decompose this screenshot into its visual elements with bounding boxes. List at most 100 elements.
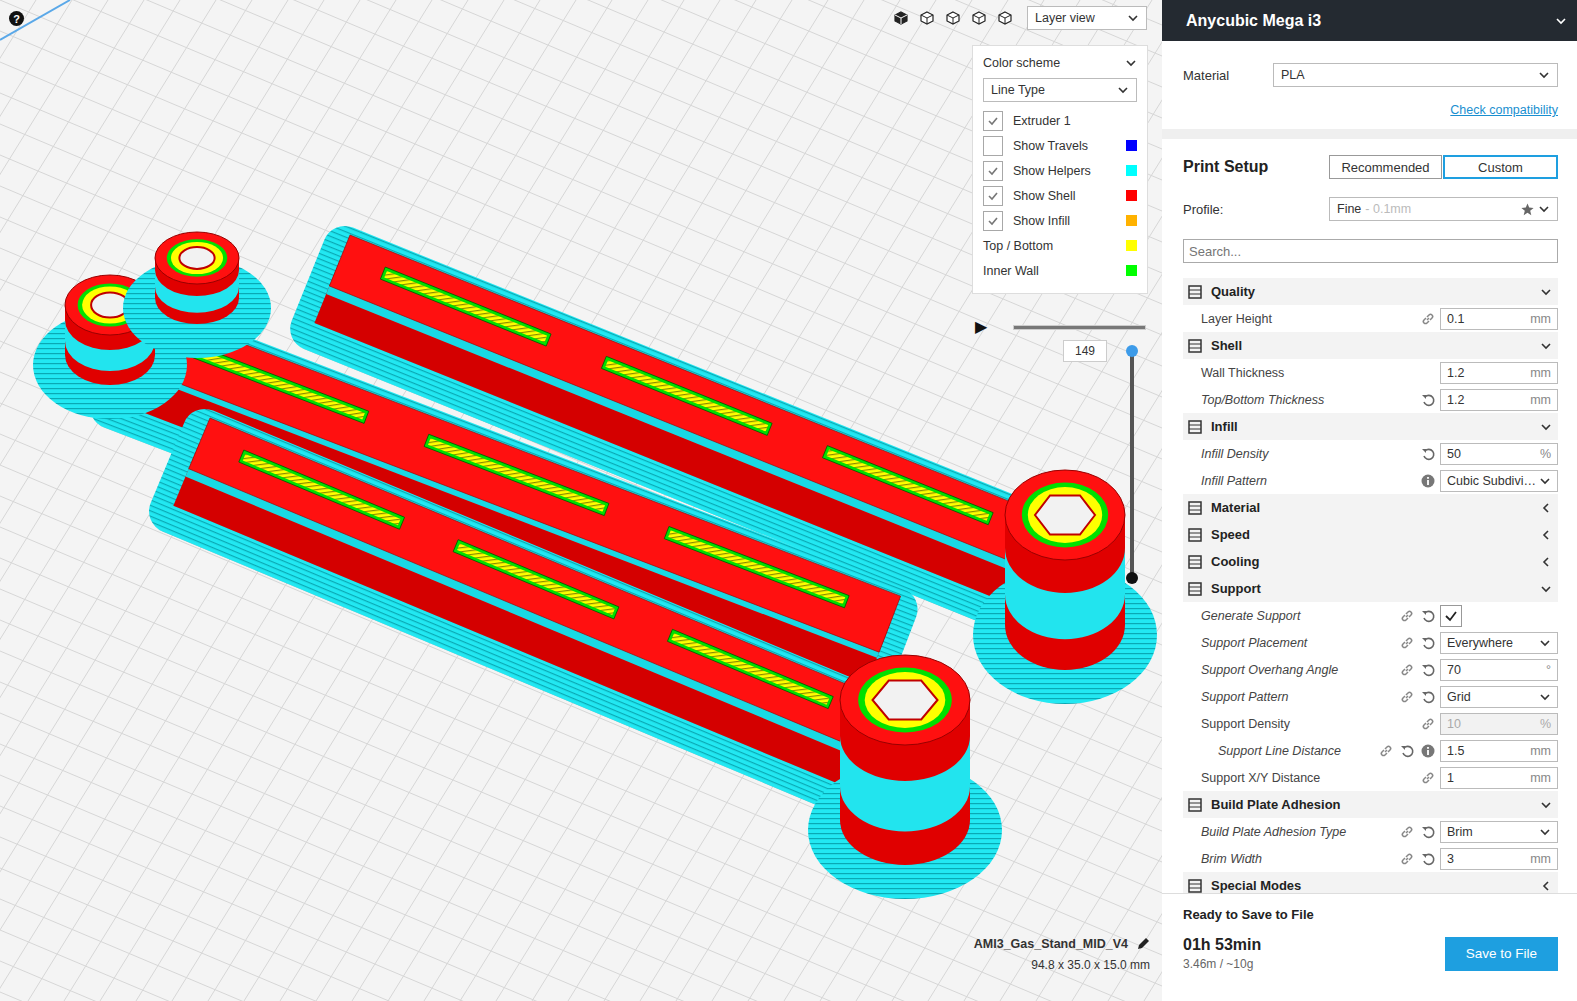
reset-icon[interactable]	[1419, 607, 1437, 625]
color-scheme-header[interactable]: Color scheme	[983, 54, 1137, 72]
setting-input[interactable]: 0.1mm	[1440, 308, 1558, 330]
chevron-down-icon[interactable]	[1538, 203, 1550, 215]
link-icon[interactable]	[1379, 744, 1393, 758]
cube-icon[interactable]	[894, 11, 908, 25]
section-header[interactable]: Material	[1183, 494, 1558, 521]
link-icon[interactable]	[1398, 661, 1416, 679]
reset-icon[interactable]	[1421, 447, 1435, 461]
cube-icon[interactable]	[998, 11, 1012, 25]
legend-row[interactable]: Show Infill	[983, 208, 1137, 233]
material-dropdown[interactable]: PLA	[1273, 63, 1558, 87]
chevron-left-icon[interactable]	[1540, 529, 1552, 541]
cube-icon[interactable]	[920, 11, 934, 25]
chevron-down-icon[interactable]	[1540, 286, 1552, 298]
compatibility-link[interactable]: Check compatibility	[1183, 103, 1558, 117]
link-icon[interactable]	[1400, 690, 1414, 704]
setup-tab[interactable]: Custom	[1443, 155, 1558, 179]
link-icon[interactable]	[1377, 742, 1395, 760]
legend-checkbox[interactable]	[983, 186, 1003, 206]
chevron-down-icon[interactable]	[1538, 69, 1550, 81]
profile-dropdown[interactable]: Fine- 0.1mm	[1329, 197, 1558, 221]
reset-icon[interactable]	[1421, 690, 1435, 704]
legend-checkbox[interactable]	[983, 136, 1003, 156]
chevron-down-icon[interactable]	[1540, 340, 1552, 352]
legend-row[interactable]: Show Shell	[983, 183, 1137, 208]
view-button[interactable]	[945, 10, 961, 26]
link-icon[interactable]	[1400, 852, 1414, 866]
link-icon[interactable]	[1398, 607, 1416, 625]
chevron-down-icon[interactable]	[1540, 421, 1552, 433]
section-header[interactable]: Build Plate Adhesion	[1183, 791, 1558, 818]
info-icon[interactable]	[1419, 742, 1437, 760]
view-button[interactable]	[919, 10, 935, 26]
setting-checkbox[interactable]	[1440, 605, 1462, 627]
section-header[interactable]: Support	[1183, 575, 1558, 602]
setting-dropdown[interactable]: Brim	[1440, 821, 1558, 843]
info-icon[interactable]	[1419, 472, 1437, 490]
legend-checkbox[interactable]	[983, 211, 1003, 231]
legend-row[interactable]: Show Travels	[983, 133, 1137, 158]
section-header[interactable]: Special Modes	[1183, 872, 1558, 893]
check-icon[interactable]	[987, 115, 999, 127]
legend-checkbox[interactable]	[983, 111, 1003, 131]
setting-dropdown[interactable]: Grid	[1440, 686, 1558, 708]
link-icon[interactable]	[1400, 663, 1414, 677]
section-header[interactable]: Shell	[1183, 332, 1558, 359]
reset-icon[interactable]	[1419, 850, 1437, 868]
link-icon[interactable]	[1400, 825, 1414, 839]
setting-input[interactable]: 1.5mm	[1440, 740, 1558, 762]
chevron-left-icon[interactable]	[1540, 880, 1552, 892]
reset-icon[interactable]	[1419, 391, 1437, 409]
view-mode-dropdown[interactable]: Layer view	[1027, 6, 1147, 30]
view-button[interactable]	[997, 10, 1013, 26]
legend-row[interactable]: Show Helpers	[983, 158, 1137, 183]
setting-dropdown[interactable]: Everywhere	[1440, 632, 1558, 654]
reset-icon[interactable]	[1419, 823, 1437, 841]
check-icon[interactable]	[987, 190, 999, 202]
view-button[interactable]	[893, 10, 909, 26]
chevron-down-icon[interactable]	[1540, 799, 1552, 811]
legend-checkbox[interactable]	[983, 161, 1003, 181]
section-header[interactable]: Quality	[1183, 278, 1558, 305]
link-icon[interactable]	[1400, 609, 1414, 623]
setting-input[interactable]: 1.2mm	[1440, 362, 1558, 384]
setting-input[interactable]: 3mm	[1440, 848, 1558, 870]
chevron-down-icon[interactable]	[1125, 57, 1137, 69]
printer-header[interactable]: Anycubic Mega i3	[1162, 0, 1577, 41]
link-icon[interactable]	[1421, 771, 1435, 785]
reset-icon[interactable]	[1421, 636, 1435, 650]
chevron-down-icon[interactable]	[1127, 12, 1139, 24]
chevron-down-icon[interactable]	[1539, 691, 1551, 703]
link-icon[interactable]	[1419, 769, 1437, 787]
search-field[interactable]	[1183, 239, 1558, 263]
layer-number[interactable]: 149	[1063, 340, 1107, 362]
simulation-slider[interactable]	[1013, 325, 1146, 330]
link-icon[interactable]	[1421, 717, 1435, 731]
info-icon[interactable]	[1421, 744, 1435, 758]
reset-icon[interactable]	[1419, 445, 1437, 463]
link-icon[interactable]	[1400, 636, 1414, 650]
color-scheme-dropdown[interactable]: Line Type	[983, 78, 1137, 102]
layer-bottom-handle[interactable]	[1126, 572, 1138, 584]
layer-slider[interactable]	[1130, 351, 1134, 578]
section-header[interactable]: Cooling	[1183, 548, 1558, 575]
legend-row[interactable]: Extruder 1	[983, 108, 1137, 133]
link-icon[interactable]	[1419, 310, 1437, 328]
link-icon[interactable]	[1398, 850, 1416, 868]
reset-icon[interactable]	[1400, 744, 1414, 758]
setting-input[interactable]: 1mm	[1440, 767, 1558, 789]
layer-top-handle[interactable]	[1126, 345, 1138, 357]
view-button[interactable]	[971, 10, 987, 26]
pencil-icon[interactable]	[1136, 937, 1150, 951]
check-icon[interactable]	[987, 215, 999, 227]
reset-icon[interactable]	[1419, 688, 1437, 706]
chevron-down-icon[interactable]	[1540, 583, 1552, 595]
chevron-down-icon[interactable]	[1539, 475, 1551, 487]
chevron-down-icon[interactable]	[1555, 15, 1567, 27]
link-icon[interactable]	[1421, 312, 1435, 326]
link-icon[interactable]	[1398, 634, 1416, 652]
section-header[interactable]: Infill	[1183, 413, 1558, 440]
chevron-left-icon[interactable]	[1540, 502, 1552, 514]
setting-input[interactable]: 70°	[1440, 659, 1558, 681]
reset-icon[interactable]	[1421, 852, 1435, 866]
